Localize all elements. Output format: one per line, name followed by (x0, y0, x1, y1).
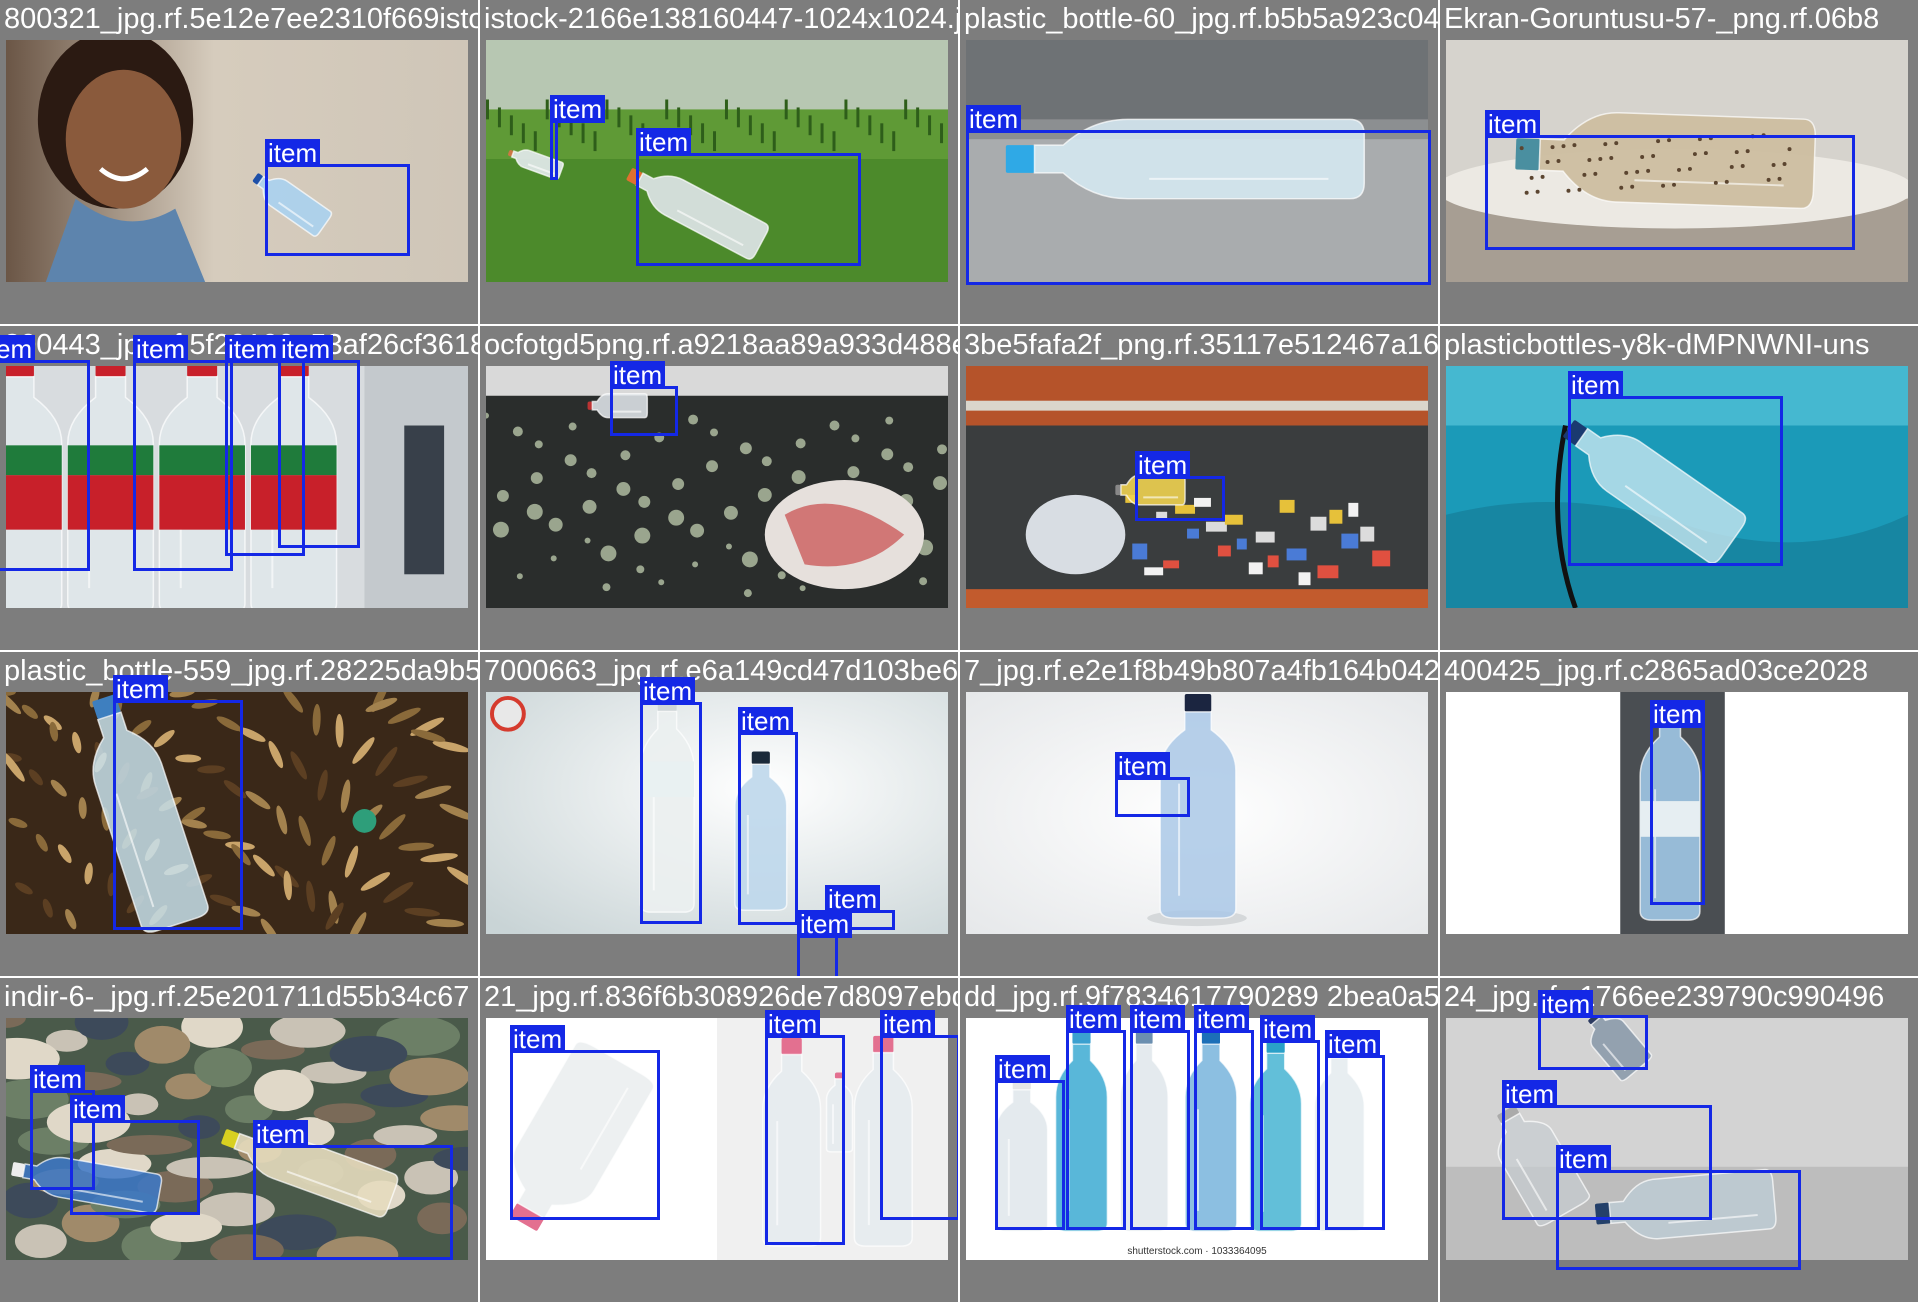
detection-label: item (610, 361, 666, 389)
detection-label: item (113, 675, 169, 703)
detection-label: item (1538, 990, 1594, 1018)
detection-label: item (70, 1095, 126, 1123)
detection-label: item (253, 1120, 309, 1148)
detection-box: item (1115, 752, 1190, 817)
detection-label: item (278, 335, 334, 363)
detection-box: item (70, 1095, 200, 1215)
detection-label: item (1260, 1015, 1316, 1043)
scene-image (966, 692, 1428, 934)
detection-label: item (510, 1025, 566, 1053)
mosaic-tile: itemocfotgd5png.rf.a9218aa89a933d488e7fd… (480, 326, 960, 652)
tile-filename: 400425_jpg.rf.c2865ad03ce2028 (1444, 655, 1869, 687)
detection-box: item (765, 1010, 845, 1245)
detection-label: item (1485, 110, 1541, 138)
detection-box: item (510, 1025, 660, 1220)
mosaic-tile: item 400425_jpg.rf.c2865ad03ce2028 (1440, 652, 1920, 978)
detection-label: item (738, 707, 794, 735)
detection-label: item (1115, 752, 1171, 780)
detection-label: item (265, 139, 321, 167)
detection-box: item (278, 335, 360, 548)
detection-label: item (1130, 1005, 1186, 1033)
detection-label: item (1568, 371, 1624, 399)
mosaic-tile: item item item 21_jpg.rf.836f6b308926de7d80… (480, 978, 960, 1304)
detection-label: item (640, 677, 696, 705)
detection-box: item (1485, 110, 1855, 250)
detection-box: item (995, 1055, 1065, 1230)
tile-filename: indir-6-_jpg.rf.25e201711d55b34c67 (4, 981, 470, 1013)
detection-box: item (550, 95, 606, 180)
detection-label: item (1135, 451, 1191, 479)
detection-box: item (133, 335, 233, 571)
detection-label: item (797, 910, 853, 938)
detection-label: item (1066, 1005, 1122, 1033)
shutterstock-watermark: shutterstock.com · 1033364095 (1127, 1246, 1267, 1257)
detection-label: item (765, 1010, 821, 1038)
detection-box: item (610, 361, 678, 436)
tile-filename: 800321_jpg.rf.5e12e7ee2310f669istock-216… (4, 3, 478, 35)
detection-box: item (253, 1120, 453, 1260)
tile-filename: istock-2166e138160447-1024x1024.jpg.rf (484, 3, 958, 35)
mosaic-tile: item item istock-2166e138160447-1024x1024.… (480, 0, 960, 326)
detection-box: item (1650, 700, 1706, 905)
detection-box: item (1568, 371, 1783, 566)
detection-box: item (1135, 451, 1225, 521)
detection-box: item (640, 677, 702, 924)
detection-label: item (225, 335, 281, 363)
detection-label: item (880, 1010, 936, 1038)
mosaic-tile: item 800321_jpg.rf.5e12e7ee2310f669istock… (0, 0, 480, 326)
detection-box: item (113, 675, 243, 930)
tile-photo (966, 692, 1428, 934)
detection-label: item (1650, 700, 1706, 728)
detection-mosaic: item 800321_jpg.rf.5e12e7ee2310f669istock… (0, 0, 1920, 1304)
detection-label: item (0, 335, 36, 363)
tile-filename: 24_jpg.rf.c1766ee239790c990496 (1444, 981, 1885, 1013)
detection-box: item (738, 707, 798, 925)
mosaic-tile: itemplastic_bottle-559_jpg.rf.28225da9b5… (0, 652, 480, 978)
tile-filename: plastic_bottle-60_jpg.rf.b5b5a923c04a769 (964, 3, 1438, 35)
mosaic-tile: item 7_jpg.rf.e2e1f8b49b807a4fb164b042509… (960, 652, 1440, 978)
detection-label: item (550, 95, 606, 123)
detection-label: item (636, 128, 692, 156)
detection-label: item (1502, 1080, 1558, 1108)
detection-box: item (1066, 1005, 1126, 1230)
detection-box: item (1130, 1005, 1190, 1230)
tile-filename: 3be5fafa2f_png.rf.35117e512467a16e5bac5 (964, 329, 1438, 361)
detection-label: item (995, 1055, 1051, 1083)
detection-label: item (133, 335, 189, 363)
mosaic-tile: item plastic_bottle-60_jpg.rf.b5b5a923c04… (960, 0, 1440, 326)
tile-filename: 7_jpg.rf.e2e1f8b49b807a4fb164b042509a4 (964, 655, 1438, 687)
tile-filename: plastic_bottle-559_jpg.rf.28225da9b5fb63 (4, 655, 478, 687)
mosaic-tile: item item item 24_jpg.rf.c1766ee239790c9904… (1440, 978, 1920, 1304)
tile-filename: plasticbottles-y8k-dMPNWNI-uns (1444, 329, 1870, 361)
detection-label: item (1325, 1030, 1381, 1058)
detection-box: item (1260, 1015, 1320, 1230)
mosaic-tile: itemitemitemitem200443_jpg.rf.5f20100a53… (0, 326, 480, 652)
detection-label: item (30, 1065, 86, 1093)
mosaic-tile: item item item item 7000663_jpg.rf.e6a149cd4… (480, 652, 960, 978)
mosaic-tile: item plasticbottles-y8k-dMPNWNI-uns (1440, 326, 1920, 652)
detection-box: item (880, 1010, 958, 1220)
tile-filename: Ekran-Goruntusu-57-_png.rf.06b8 (1444, 3, 1880, 35)
mosaic-tile: item Ekran-Goruntusu-57-_png.rf.06b8 (1440, 0, 1920, 326)
detection-box: item (265, 139, 410, 256)
detection-box: item (636, 128, 861, 266)
scene-image (486, 366, 948, 608)
detection-label: item (1556, 1145, 1612, 1173)
mosaic-tile: item item item indir-6-_jpg.rf.25e201711d55… (0, 978, 480, 1304)
tile-filename: ocfotgd5png.rf.a9218aa89a933d488e7fdf2f (484, 329, 958, 361)
detection-box: item (966, 105, 1431, 285)
detection-box: item (1325, 1030, 1385, 1230)
detection-label: item (966, 105, 1022, 133)
detection-label: item (1194, 1005, 1250, 1033)
mosaic-tile: shutterstock.com · 1033364095 item item ite… (960, 978, 1440, 1304)
tile-photo (486, 366, 948, 608)
detection-box: item (1194, 1005, 1254, 1230)
tile-filename: 7000663_jpg.rf.e6a149cd47d103be6aa89d072 (484, 655, 958, 687)
detection-box: item (1556, 1145, 1801, 1270)
detection-box: item (0, 335, 90, 571)
detection-box: item (797, 910, 853, 976)
mosaic-tile: item 3be5fafa2f_png.rf.35117e512467a16e5b… (960, 326, 1440, 652)
detection-box: item (1538, 990, 1648, 1070)
